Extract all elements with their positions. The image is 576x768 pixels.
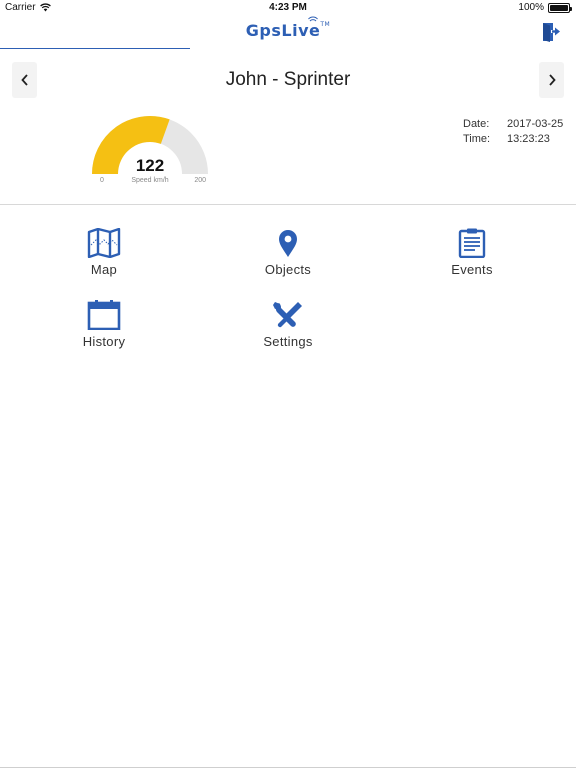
menu-objects-button[interactable]: Objects — [228, 228, 348, 288]
clipboard-icon — [458, 228, 486, 258]
logout-door-icon — [543, 23, 560, 42]
nav-bar: GpsLiveTM — [0, 16, 576, 50]
time-value: 13:23:23 — [507, 133, 550, 145]
menu-history-label: History — [82, 334, 126, 349]
tools-icon — [273, 302, 302, 328]
status-right: 100% — [518, 2, 572, 13]
battery-percent: 100% — [518, 2, 544, 13]
timestamp-info: Date: 2017-03-25 Time: 13:23:23 — [463, 117, 563, 147]
gauge-max-label: 200 — [194, 177, 206, 184]
logo-trademark: TM — [320, 21, 331, 28]
date-value: 2017-03-25 — [507, 118, 564, 130]
signal-icon — [308, 16, 319, 22]
battery-icon — [548, 2, 572, 13]
status-time: 4:23 PM — [269, 2, 307, 13]
logo-text: GpsLive — [245, 21, 321, 40]
date-row: Date: 2017-03-25 — [463, 117, 563, 132]
time-label: Time: — [463, 133, 491, 145]
app-logo: GpsLiveTM — [0, 16, 576, 40]
speed-value: 122 — [135, 156, 165, 175]
speed-gauge: 122 0 Speed km/h 200 — [88, 112, 212, 192]
next-vehicle-button[interactable] — [539, 62, 564, 98]
location-pin-icon — [279, 230, 297, 257]
date-label: Date: — [463, 118, 490, 130]
menu-objects-label: Objects — [264, 262, 312, 277]
map-icon — [87, 228, 121, 258]
battery-fill — [550, 4, 568, 11]
section-divider — [0, 204, 576, 205]
calendar-icon — [87, 300, 121, 330]
nav-progress-bar — [0, 48, 191, 49]
time-row: Time: 13:23:23 — [463, 132, 563, 147]
logo-wrap: GpsLiveTM — [245, 16, 331, 40]
chevron-right-icon — [548, 74, 556, 86]
menu-settings-label: Settings — [263, 334, 313, 349]
menu-events-button[interactable]: Events — [412, 228, 532, 288]
menu-settings-button[interactable]: Settings — [228, 300, 348, 360]
vehicle-header: John - Sprinter — [0, 62, 576, 98]
menu-history-button[interactable]: History — [44, 300, 164, 360]
vehicle-name: John - Sprinter — [225, 69, 351, 90]
menu-map-label: Map — [90, 262, 118, 277]
status-bar: Carrier 4:23 PM 100% — [0, 0, 576, 16]
menu-events-label: Events — [451, 262, 493, 277]
logout-button[interactable] — [540, 21, 562, 43]
menu-map-button[interactable]: Map — [44, 228, 164, 288]
